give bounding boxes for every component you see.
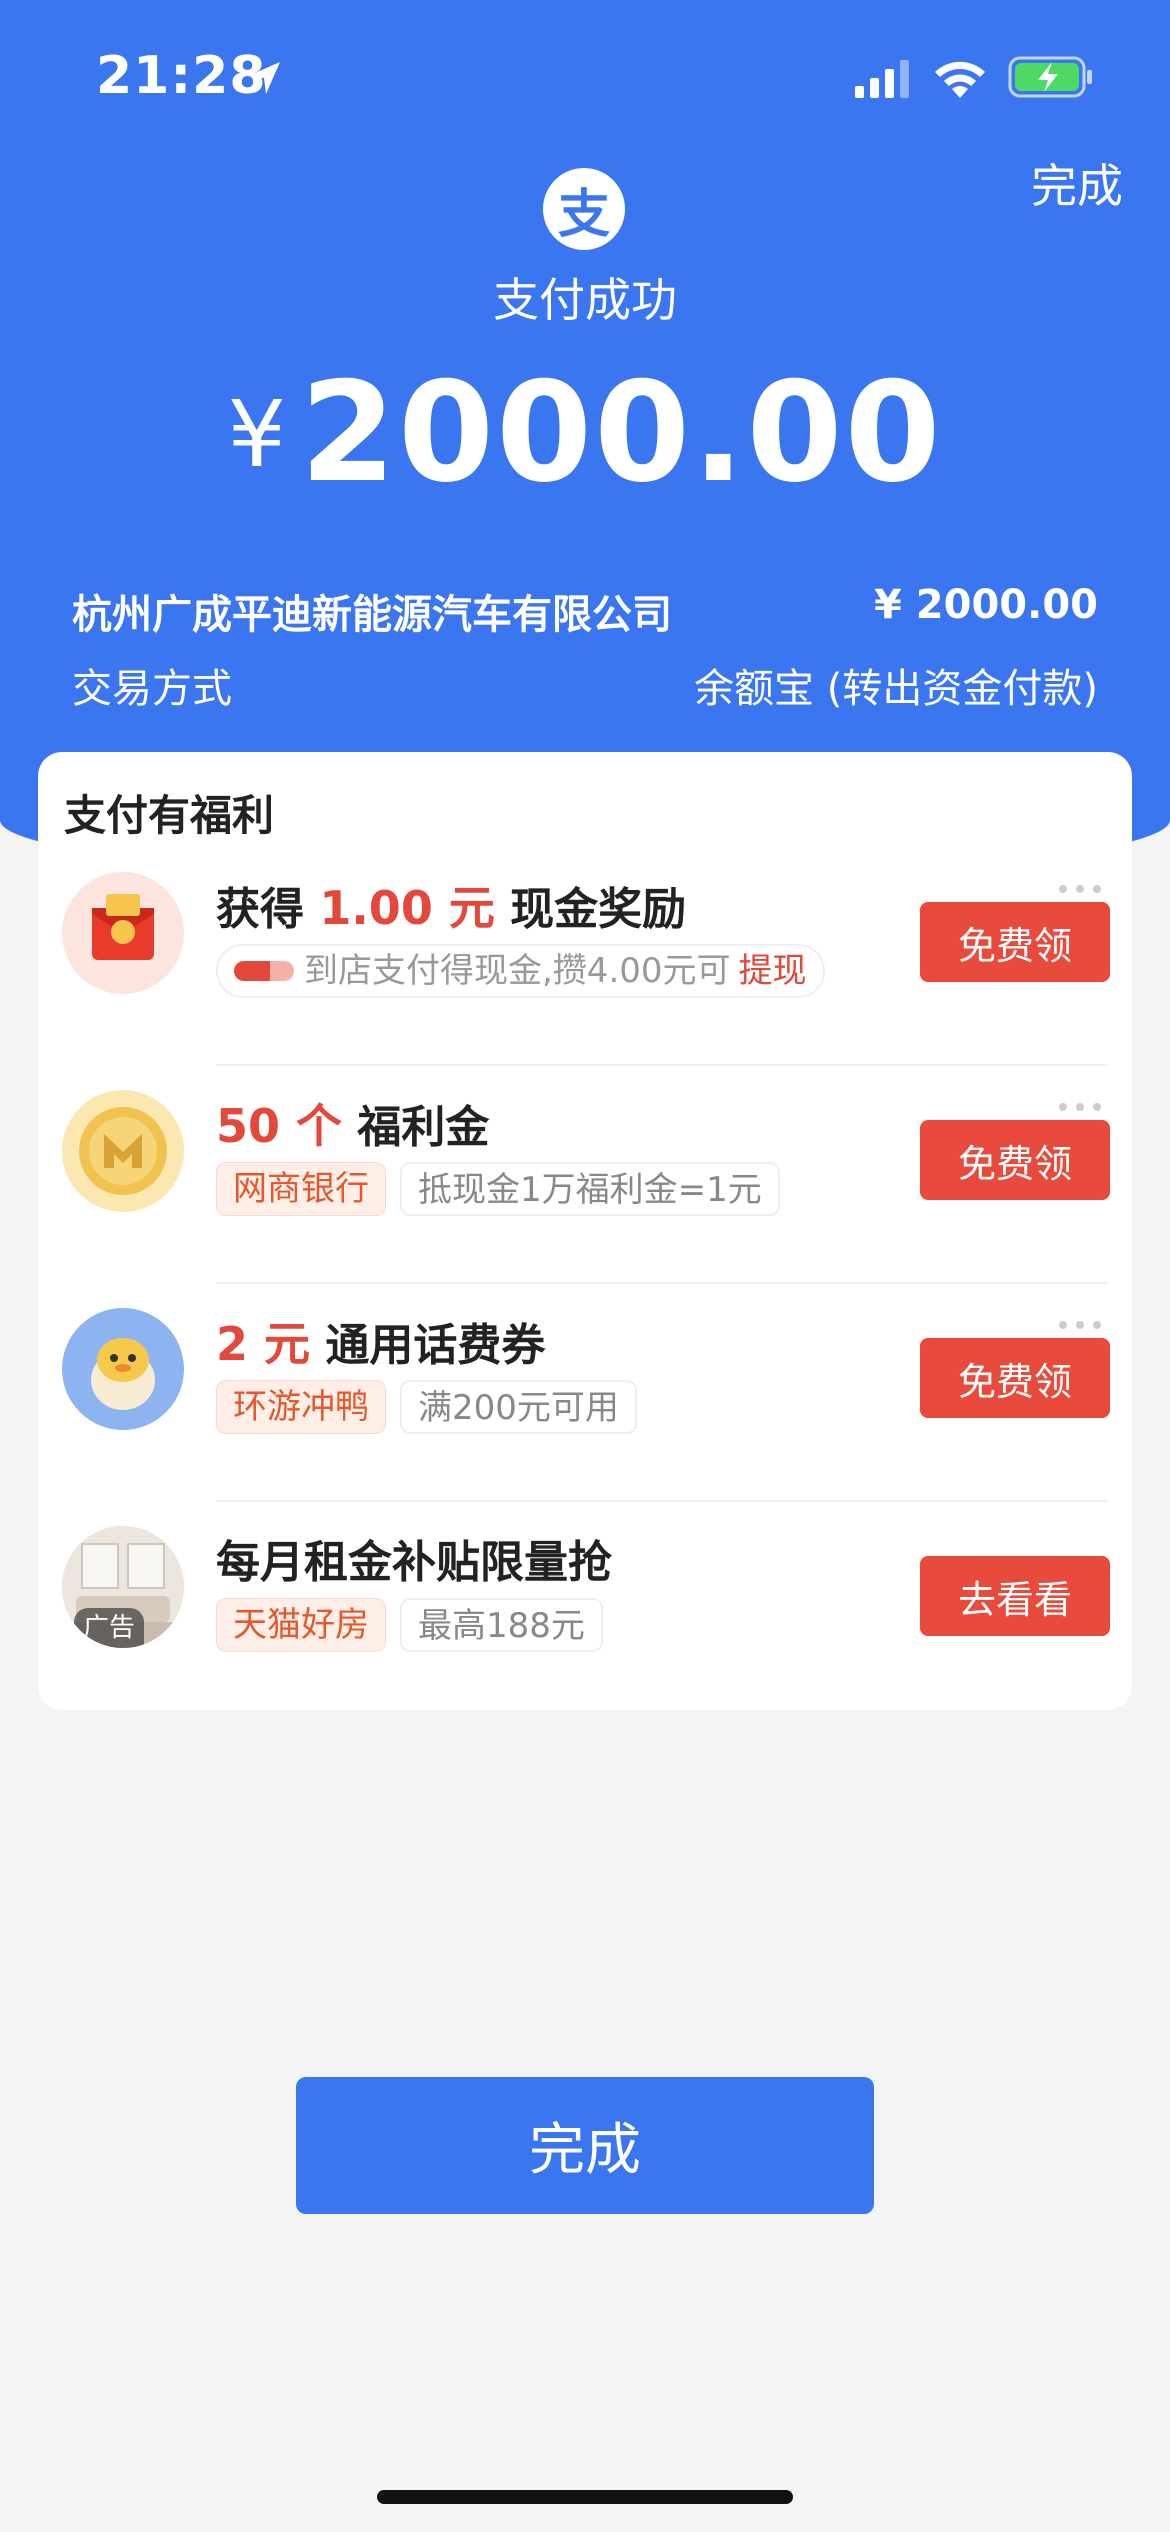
currency-symbol: ¥ — [227, 381, 286, 488]
benefits-card: 支付有福利 获得 1.00 元 现金奖励 到店支付得现金,攒4.00元可 提现 … — [38, 752, 1132, 1710]
offer-tags: 到店支付得现金,攒4.00元可 提现 — [216, 944, 825, 998]
withdraw-link[interactable]: 提现 — [739, 945, 807, 997]
merchant-name: 杭州广成平迪新能源汽车有限公司 — [72, 592, 672, 638]
payment-amount: ¥2000.00 — [0, 352, 1170, 513]
offer-phone-coupon: 2 元 通用话费券 环游冲鸭 满200元可用 免费领 — [38, 1103, 1132, 1502]
cellular-signal-icon — [855, 60, 909, 98]
offer-tags: 天猫好房 最高188元 — [216, 1598, 603, 1652]
claim-button[interactable]: 免费领 — [920, 1338, 1110, 1418]
headline-text: 通用话费券 — [325, 1320, 546, 1371]
amount-value: 2000.00 — [300, 352, 943, 513]
payment-method-value: 余额宝 (转出资金付款) — [694, 666, 1098, 712]
claim-button[interactable]: 免费领 — [920, 1120, 1110, 1200]
headline-highlight: 2 元 — [216, 1317, 311, 1371]
location-arrow-icon — [248, 62, 280, 94]
condition-tag: 最高188元 — [400, 1598, 603, 1652]
offer-welfare-gold: 50 个 福利金 网商银行 抵现金1万福利金=1元 免费领 — [38, 885, 1132, 1284]
more-options-icon[interactable] — [1058, 1102, 1102, 1112]
wifi-icon — [935, 61, 985, 98]
home-indicator — [377, 2490, 793, 2504]
condition-tag: 满200元可用 — [400, 1380, 637, 1434]
offer-headline: 50 个 福利金 — [216, 1090, 489, 1156]
condition-tag: 抵现金1万福利金=1元 — [400, 1162, 780, 1216]
headline-highlight: 50 个 — [216, 1099, 343, 1153]
merchant-amount: ¥ 2000.00 — [874, 582, 1098, 628]
headline-highlight: 1.00 元 — [319, 881, 495, 935]
source-tag: 网商银行 — [216, 1162, 386, 1216]
offer-cash-reward: 获得 1.00 元 现金奖励 到店支付得现金,攒4.00元可 提现 免费领 — [38, 848, 1132, 1066]
claim-button[interactable]: 免费领 — [920, 902, 1110, 982]
headline-text: 获得 — [216, 884, 304, 935]
offer-headline: 每月租金补贴限量抢 — [216, 1526, 612, 1590]
more-options-icon[interactable] — [1058, 1320, 1102, 1330]
tag-text: 到店支付得现金,攒4.00元可 — [304, 951, 731, 991]
red-envelope-icon — [62, 872, 184, 994]
done-button[interactable]: 完成 — [296, 2077, 874, 2214]
source-tag: 环游冲鸭 — [216, 1380, 386, 1434]
offer-tags: 环游冲鸭 满200元可用 — [216, 1380, 637, 1434]
battery-charging-icon — [1008, 56, 1092, 98]
alipay-logo-icon: 支 — [543, 168, 625, 250]
cash-progress-tag: 到店支付得现金,攒4.00元可 提现 — [216, 944, 825, 998]
progress-pill-icon — [234, 961, 294, 981]
source-tag: 天猫好房 — [216, 1598, 386, 1652]
room-photo-icon: 广告 — [62, 1526, 184, 1648]
offer-headline: 获得 1.00 元 现金奖励 — [216, 872, 686, 938]
headline-text: 福利金 — [357, 1102, 490, 1153]
offer-headline: 2 元 通用话费券 — [216, 1308, 545, 1374]
offer-tags: 网商银行 抵现金1万福利金=1元 — [216, 1162, 780, 1216]
header-done-button[interactable]: 完成 — [1031, 150, 1123, 216]
gold-coin-icon — [62, 1090, 184, 1212]
status-bar: 21:28 — [0, 0, 1170, 150]
status-time: 21:28 — [96, 46, 267, 106]
duck-mascot-icon — [62, 1308, 184, 1430]
more-options-icon[interactable] — [1058, 884, 1102, 894]
headline-text: 每月租金补贴限量抢 — [216, 1537, 612, 1588]
view-button[interactable]: 去看看 — [920, 1556, 1110, 1636]
payment-status: 支付成功 — [493, 273, 677, 327]
payment-method-label: 交易方式 — [72, 666, 232, 712]
headline-text: 现金奖励 — [510, 884, 687, 935]
benefits-title: 支付有福利 — [64, 791, 275, 840]
offer-rent-subsidy: 广告 每月租金补贴限量抢 天猫好房 最高188元 去看看 — [38, 1321, 1132, 1720]
ad-label: 广告 — [74, 1608, 144, 1648]
